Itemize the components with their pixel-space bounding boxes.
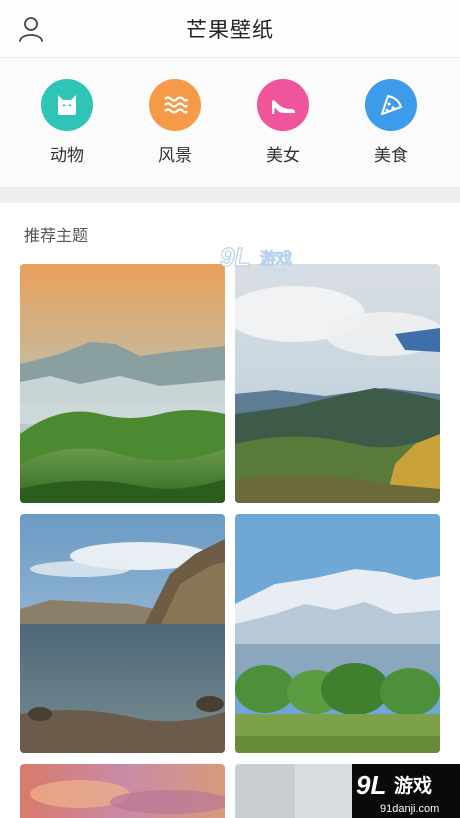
- watermark-domain-text: 91danji.com: [258, 267, 307, 277]
- category-scenery[interactable]: 风景: [130, 79, 220, 179]
- category-label: 动物: [50, 146, 84, 166]
- section-divider: [0, 187, 460, 203]
- waves-icon: [149, 79, 201, 131]
- watermark-logo-bottom: 9L 游戏 91danji.com: [352, 764, 460, 818]
- section-title: 推荐主题: [24, 226, 89, 245]
- app-header: 芒果壁纸: [0, 0, 460, 58]
- watermark-brand-text: 游戏: [260, 249, 292, 268]
- watermark-bottom-brand: 游戏: [394, 774, 432, 797]
- wallpaper-snowy-mountains-trees[interactable]: [235, 514, 440, 753]
- category-label: 美女: [266, 146, 300, 166]
- wallpaper-misty-green-hills[interactable]: [20, 264, 225, 503]
- pizza-slice-icon: [365, 79, 417, 131]
- category-animals[interactable]: 动物: [22, 79, 112, 179]
- app-title: 芒果壁纸: [186, 18, 274, 42]
- category-beauty[interactable]: 美女: [238, 79, 328, 179]
- watermark-logo-top: 9L 游戏 91danji.com: [218, 240, 318, 278]
- category-food[interactable]: 美食: [346, 79, 436, 179]
- category-label: 风景: [158, 146, 192, 166]
- watermark-bottom-domain: 91danji.com: [380, 803, 439, 815]
- cat-face-icon: [41, 79, 93, 131]
- wallpaper-mountain-valley-clouds[interactable]: [235, 264, 440, 503]
- watermark-logo-text: 9L: [220, 242, 250, 272]
- category-bar: 动物 风景 美女 美食: [0, 59, 460, 187]
- high-heel-icon: [257, 79, 309, 131]
- wallpaper-sunset-clouds[interactable]: [20, 764, 225, 818]
- wallpaper-rocky-coast-sea[interactable]: [20, 514, 225, 753]
- category-label: 美食: [374, 146, 408, 166]
- watermark-bottom-logo: 9L: [356, 770, 386, 800]
